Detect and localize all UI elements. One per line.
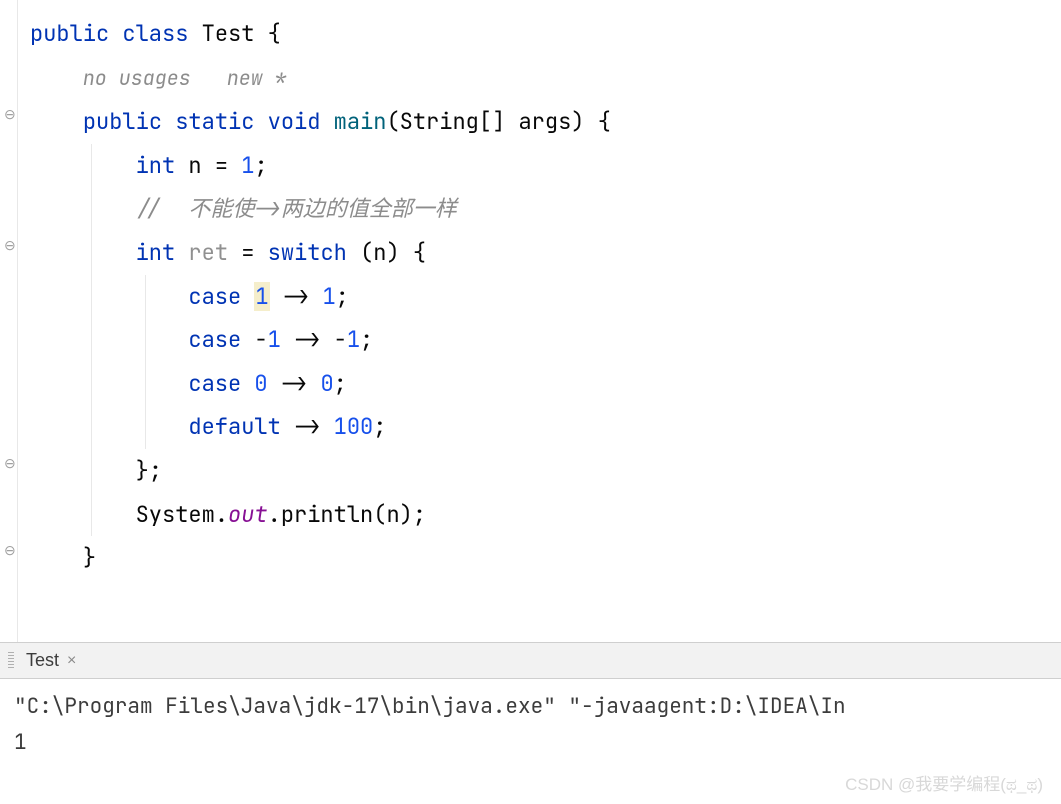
code-line[interactable]: System.out.println(n); — [18, 493, 1061, 537]
code-line[interactable]: case 0 -> 0; — [18, 362, 1061, 406]
fold-icon[interactable]: ⊖ — [4, 457, 16, 471]
code-line[interactable]: public class Test { — [18, 12, 1061, 56]
tab-label: Test — [26, 650, 59, 671]
fold-icon[interactable]: ⊖ — [4, 239, 16, 253]
code-line[interactable]: } — [18, 536, 1061, 580]
inlay-hint: no usages new * — [83, 65, 287, 91]
code-line[interactable]: case -1 -> -1; — [18, 318, 1061, 362]
code-line[interactable]: // 不能使->两边的值全部一样 — [18, 187, 1061, 231]
code-line[interactable]: default -> 100; — [18, 405, 1061, 449]
code-line[interactable]: no usages new * — [18, 56, 1061, 101]
fold-icon[interactable]: ⊖ — [4, 544, 16, 558]
code-line[interactable]: }; — [18, 449, 1061, 493]
run-tool-window: Test × "C:\Program Files\Java\jdk-17\bin… — [0, 642, 1061, 803]
console-line: "C:\Program Files\Java\jdk-17\bin\java.e… — [14, 689, 1047, 725]
code-line[interactable]: public static void main(String[] args) { — [18, 100, 1061, 144]
code-area[interactable]: public class Test { no usages new * publ… — [18, 0, 1061, 580]
fold-icon[interactable]: ⊖ — [4, 108, 16, 122]
code-line[interactable]: int ret = switch (n) { — [18, 231, 1061, 275]
code-line[interactable]: case 1 -> 1; — [18, 275, 1061, 319]
drag-handle-icon[interactable] — [8, 652, 14, 670]
gutter: ⊖ ⊖ ⊖ ⊖ — [0, 0, 18, 642]
run-tab[interactable]: Test × — [18, 646, 84, 675]
console-line: 1 — [14, 725, 1047, 761]
code-editor[interactable]: ⊖ ⊖ ⊖ ⊖ public class Test { no usages ne… — [0, 0, 1061, 642]
close-icon[interactable]: × — [67, 652, 76, 670]
highlighted-number: 1 — [254, 282, 269, 311]
code-line[interactable]: int n = 1; — [18, 144, 1061, 188]
console-output[interactable]: "C:\Program Files\Java\jdk-17\bin\java.e… — [0, 679, 1061, 804]
tab-bar: Test × — [0, 643, 1061, 679]
